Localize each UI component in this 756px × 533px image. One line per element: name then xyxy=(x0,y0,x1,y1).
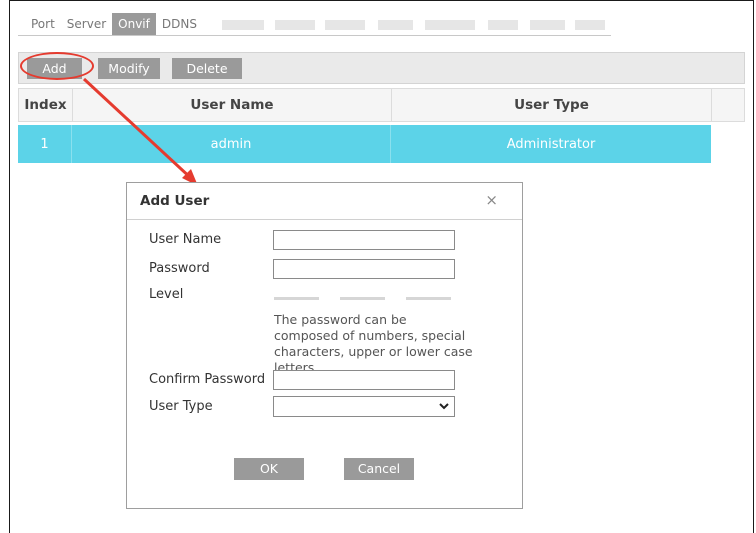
strength-bar-medium xyxy=(340,297,385,300)
blurred-tab xyxy=(378,20,413,30)
ok-button[interactable]: OK xyxy=(234,458,304,480)
blurred-tab xyxy=(488,20,518,30)
tab-ddns[interactable]: DDNS xyxy=(156,13,203,35)
level-label: Level xyxy=(149,287,184,302)
table-row[interactable]: 1 admin Administrator xyxy=(18,125,711,163)
add-user-dialog: Add User × User Name Password Level The … xyxy=(126,182,523,509)
blurred-tab xyxy=(425,20,475,30)
table-header: Index User Name User Type xyxy=(18,88,745,122)
tab-bar: Port Server Onvif DDNS xyxy=(25,13,203,35)
column-header-user-type: User Type xyxy=(392,89,712,121)
blurred-tab xyxy=(275,20,315,30)
confirm-password-label: Confirm Password xyxy=(149,372,266,387)
tab-server[interactable]: Server xyxy=(61,13,112,35)
dialog-divider xyxy=(127,219,522,220)
blurred-tab xyxy=(325,20,365,30)
password-hint: The password can be composed of numbers,… xyxy=(274,312,473,375)
add-button[interactable]: Add xyxy=(27,58,82,79)
toolbar: Add Modify Delete xyxy=(18,52,745,84)
user-type-select[interactable] xyxy=(273,396,455,417)
close-icon[interactable]: × xyxy=(485,191,498,209)
cell-user-name: admin xyxy=(72,125,391,163)
modify-button[interactable]: Modify xyxy=(98,58,160,79)
cancel-button[interactable]: Cancel xyxy=(344,458,414,480)
delete-button[interactable]: Delete xyxy=(172,58,242,79)
strength-bar-strong xyxy=(406,297,451,300)
blurred-tab xyxy=(222,20,264,30)
tab-underline xyxy=(18,35,611,36)
password-label: Password xyxy=(149,261,210,276)
tab-onvif[interactable]: Onvif xyxy=(112,13,156,35)
confirm-password-input[interactable] xyxy=(273,370,455,390)
cell-user-type: Administrator xyxy=(506,136,596,152)
tab-port[interactable]: Port xyxy=(25,13,61,35)
cell-index: 1 xyxy=(18,125,72,163)
strength-bar-weak xyxy=(274,297,319,300)
user-name-input[interactable] xyxy=(273,230,455,250)
password-input[interactable] xyxy=(273,259,455,279)
blurred-tab xyxy=(575,20,605,30)
column-header-user-name: User Name xyxy=(73,89,392,121)
user-name-label: User Name xyxy=(149,232,222,247)
chevron-down-icon xyxy=(439,403,449,410)
column-header-index: Index xyxy=(19,89,73,121)
user-type-label: User Type xyxy=(149,399,213,414)
dialog-title: Add User xyxy=(140,193,210,209)
blurred-tab xyxy=(530,20,565,30)
